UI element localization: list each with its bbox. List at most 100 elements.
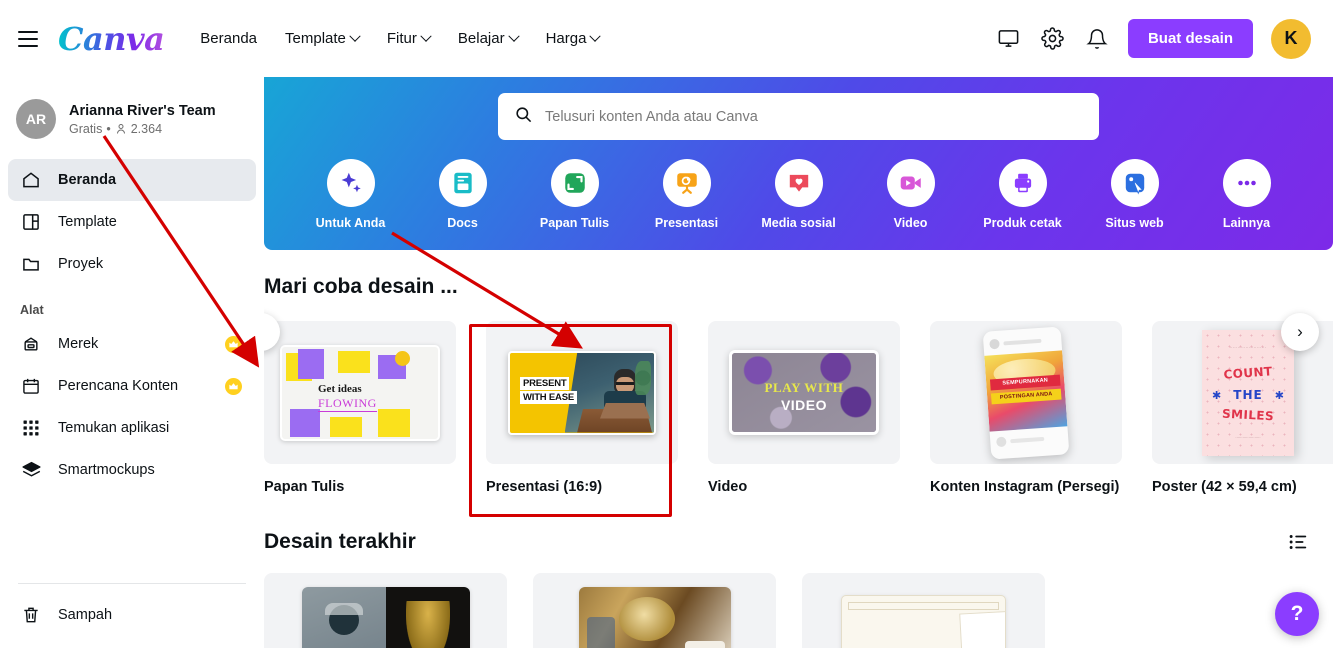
carousel-next-button[interactable]: › [1281, 313, 1319, 351]
sidebar-item-merek[interactable]: Merek [8, 323, 256, 365]
search-input[interactable] [545, 108, 1083, 125]
team-separator: • [106, 122, 111, 137]
nav-link-fitur[interactable]: Fitur [386, 30, 432, 47]
recent-design-card-3[interactable] [802, 573, 1045, 648]
gear-icon[interactable] [1040, 26, 1066, 52]
sidebar-item-merek-label: Merek [58, 336, 99, 352]
instagram-thumb: SEMPURNAKAN POSTINGAN ANDA [930, 321, 1122, 464]
category-video[interactable]: Video [855, 159, 967, 230]
help-button[interactable]: ? [1275, 592, 1319, 636]
team-member-count: 2.364 [130, 122, 163, 137]
video-icon [886, 159, 935, 207]
sidebar-item-smartmockups-label: Smartmockups [58, 462, 155, 478]
try-card-papan-tulis[interactable]: Get ideas FLOWING Papan Tulis [264, 321, 456, 495]
create-design-button[interactable]: Buat desain [1127, 19, 1253, 58]
print-icon [998, 159, 1047, 207]
pro-crown-badge [225, 335, 242, 353]
hamburger-menu-icon[interactable] [18, 26, 44, 52]
category-docs[interactable]: Docs [407, 159, 519, 230]
top-navigation-bar: Canva Beranda Template Fitur Belajar Har… [0, 0, 1333, 77]
chevron-down-icon [420, 30, 432, 42]
sidebar-item-temukan-aplikasi-label: Temukan aplikasi [58, 420, 170, 436]
category-untuk-anda-label: Untuk Anda [315, 216, 386, 230]
doc-icon [438, 159, 487, 207]
sidebar-section-alat: Alat [20, 303, 44, 317]
search-bar[interactable] [498, 93, 1099, 140]
try-cards-carousel: Get ideas FLOWING Papan Tulis PRESENT WI… [264, 321, 1333, 495]
try-section-title: Mari coba desain ... [264, 275, 458, 298]
nav-link-belajar[interactable]: Belajar [458, 30, 520, 47]
sticky-note [330, 416, 362, 437]
sidebar-item-perencana-konten-label: Perencana Konten [58, 378, 179, 394]
sticky-note [338, 350, 370, 373]
sidebar-item-smartmockups[interactable]: Smartmockups [8, 449, 256, 491]
try-card-konten-instagram[interactable]: SEMPURNAKAN POSTINGAN ANDA Konten Instag… [930, 321, 1122, 495]
recent-design-card-2[interactable] [533, 573, 776, 648]
try-design-section: Mari coba desain ... Get ideas FLOWING P… [264, 275, 1333, 648]
category-docs-label: Docs [447, 216, 478, 230]
canva-logo[interactable]: Canva [58, 23, 165, 55]
sidebar-item-sampah-label: Sampah [58, 607, 113, 623]
category-situs-web-label: Situs web [1105, 216, 1164, 230]
nav-link-beranda[interactable]: Beranda [200, 30, 257, 47]
presentation-icon [662, 159, 711, 207]
sidebar-item-perencana-konten[interactable]: Perencana Konten [8, 365, 256, 407]
sidebar-tools-list: Merek Perencana Konten Temukan aplikasi … [8, 323, 256, 491]
trash-icon [20, 604, 42, 626]
main-content: Untuk Anda Docs [264, 77, 1333, 648]
category-shortcuts: Untuk Anda Docs Papan Tulis Presentasi M… [264, 159, 1333, 230]
bell-icon[interactable] [1084, 26, 1110, 52]
nav-link-fitur-label: Fitur [386, 30, 417, 47]
search-bar-wrapper [264, 93, 1333, 140]
sidebar-item-template[interactable]: Template [8, 201, 256, 243]
category-lainnya[interactable]: Lainnya [1191, 159, 1303, 230]
brand-icon [20, 333, 42, 355]
nav-link-harga[interactable]: Harga [545, 30, 602, 47]
heart-icon [774, 159, 823, 207]
star-sticker [395, 350, 410, 366]
try-card-poster-label: Poster (42 × 59,4 cm) [1152, 479, 1297, 495]
calendar-icon [20, 375, 42, 397]
sparkle-icon [326, 159, 375, 207]
team-avatar: AR [16, 99, 56, 139]
top-nav-links: Beranda Template Fitur Belajar Harga [200, 30, 602, 47]
sidebar-item-temukan-aplikasi[interactable]: Temukan aplikasi [8, 407, 256, 449]
team-plan: Gratis [69, 122, 103, 137]
nav-link-template-label: Template [285, 30, 346, 47]
folder-icon [20, 253, 42, 275]
pro-crown-badge [225, 377, 242, 395]
video-thumb: PLAY WITH VIDEO [708, 321, 900, 464]
user-avatar[interactable]: K [1271, 18, 1311, 59]
nav-link-template[interactable]: Template [285, 30, 361, 47]
category-produk-cetak[interactable]: Produk cetak [967, 159, 1079, 230]
home-icon [20, 169, 42, 191]
chevron-down-icon [349, 30, 361, 42]
monitor-icon[interactable] [996, 26, 1022, 52]
poster-art: ······················· COUNT THE ✱ ✱ SM… [1202, 329, 1294, 456]
sidebar-item-sampah[interactable]: Sampah [8, 594, 256, 636]
list-view-icon[interactable] [1285, 529, 1311, 555]
category-untuk-anda[interactable]: Untuk Anda [295, 159, 407, 230]
team-switcher[interactable]: AR Arianna River's Team Gratis • 2.364 [8, 95, 256, 139]
recent-design-card-1[interactable] [264, 573, 507, 648]
sidebar-divider [18, 583, 246, 584]
search-icon [514, 105, 533, 129]
team-name: Arianna River's Team [69, 102, 216, 119]
whiteboard-thumb: Get ideas FLOWING [264, 321, 456, 464]
sidebar-nav-list: Beranda Template Proyek [8, 159, 256, 285]
category-presentasi[interactable]: Presentasi [631, 159, 743, 230]
sidebar-item-beranda[interactable]: Beranda [8, 159, 256, 201]
sidebar-item-proyek[interactable]: Proyek [8, 243, 256, 285]
try-card-video[interactable]: PLAY WITH VIDEO Video [708, 321, 900, 495]
category-media-sosial[interactable]: Media sosial [743, 159, 855, 230]
try-card-video-label: Video [708, 479, 748, 495]
chevron-down-icon [507, 30, 520, 42]
sidebar: AR Arianna River's Team Gratis • 2.364 B… [0, 77, 264, 648]
whiteboard-art: Get ideas FLOWING [280, 344, 440, 441]
whiteboard-text-1: Get ideas [318, 382, 362, 395]
apps-grid-icon [20, 417, 42, 439]
nav-link-harga-label: Harga [545, 30, 587, 47]
chevron-down-icon [589, 30, 602, 42]
category-papan-tulis[interactable]: Papan Tulis [519, 159, 631, 230]
category-situs-web[interactable]: Situs web [1079, 159, 1191, 230]
